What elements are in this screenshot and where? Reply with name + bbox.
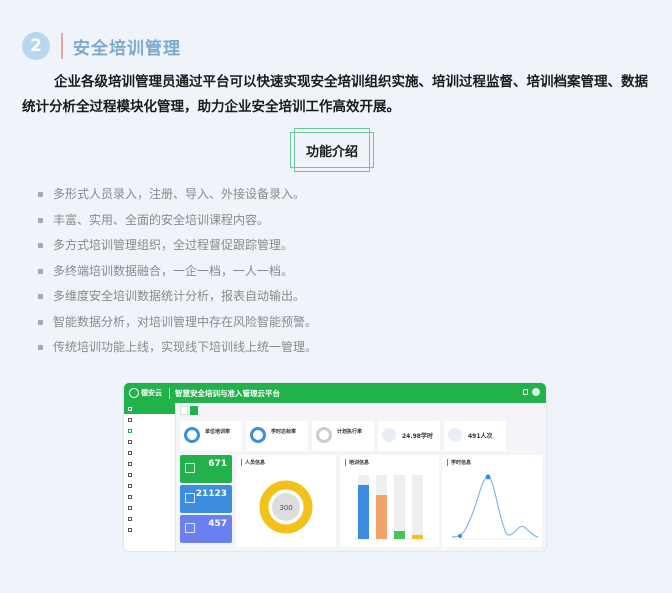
platform-screenshot: 德安云 智慧安全培训与准入管理云平台 单位培训率 学时达标率 计划执行率 24.…: [124, 383, 546, 551]
ring-icon: [184, 427, 200, 443]
sidebar-item: [124, 425, 175, 436]
sidebar-item: [124, 524, 175, 535]
menu-icon: [128, 439, 132, 444]
sidebar-item: [124, 436, 175, 447]
bar-bg: [412, 475, 423, 539]
sidebar-item: [124, 502, 175, 513]
stat-card: 491人次: [444, 421, 506, 451]
tab-active: [190, 406, 198, 415]
sidebar-item: [124, 447, 175, 458]
stat-card: 单位培训率: [180, 421, 242, 451]
bar-chart: [354, 475, 432, 540]
app-topbar: 德安云 智慧安全培训与准入管理云平台: [124, 383, 546, 403]
hours-panel: 学时信息: [442, 455, 542, 547]
section-header: 2 安全培训管理: [22, 32, 181, 60]
tab: [180, 406, 188, 415]
line-point: [485, 474, 491, 480]
section-title: 安全培训管理: [73, 38, 181, 59]
menu-icon: [128, 417, 132, 422]
ring-icon: [316, 427, 332, 443]
feature-item: 智能数据分析，对培训管理中存在风险智能预警。: [38, 310, 317, 336]
bar-bg: [394, 475, 405, 539]
feature-item: 多形式人员录入，注册、导入、外接设备录入。: [38, 182, 317, 208]
sidebar-item: [124, 458, 175, 469]
donut-chart: 300: [259, 480, 313, 534]
logo-icon: [129, 388, 139, 398]
menu-icon: [128, 450, 132, 455]
topbar-actions: [523, 388, 540, 396]
stat-row: 单位培训率 学时达标率 计划执行率 24.98学时 491人次: [180, 421, 506, 451]
ring-icon: [250, 427, 266, 443]
donut-value: 300: [279, 504, 292, 512]
menu-icon: [128, 428, 132, 433]
bar: [358, 485, 369, 539]
menu-icon: [128, 505, 132, 510]
sidebar-item: [124, 469, 175, 480]
bar: [376, 495, 387, 539]
summary-card: 457: [180, 515, 232, 543]
stat-card: 24.98学时: [378, 421, 440, 451]
bullet-square-icon: [38, 243, 43, 248]
section-number-badge: 2: [22, 32, 50, 60]
bar: [412, 535, 423, 539]
app-tabs: [180, 406, 198, 415]
app-sidebar: [124, 403, 176, 551]
app-main: 单位培训率 学时达标率 计划执行率 24.98学时 491人次 671 2112…: [176, 403, 546, 551]
menu-icon: [128, 472, 132, 477]
menu-icon: [128, 516, 132, 521]
sidebar-item: [124, 491, 175, 502]
clock-icon: [382, 428, 396, 442]
layers-icon: [185, 523, 195, 533]
menu-icon: [128, 494, 132, 499]
menu-icon: [128, 527, 132, 532]
header-divider: [61, 33, 63, 59]
people-panel: 人员信息 300: [236, 455, 336, 547]
bullet-square-icon: [38, 217, 43, 223]
app-title: 智慧安全培训与准入管理云平台: [169, 387, 280, 399]
line-chart: [450, 474, 539, 540]
bar: [394, 531, 405, 539]
feature-item: 多方式培训管理组织，全过程督促跟踪管理。: [38, 233, 317, 259]
section-intro: 企业各级培训管理员通过平台可以快速实现安全培训组织实施、培训过程监督、培训档案管…: [22, 74, 648, 115]
home-icon: [128, 406, 132, 411]
avatar: [532, 388, 540, 396]
line-series: [451, 476, 539, 538]
bullet-square-icon: [38, 192, 43, 197]
sidebar-item-home: [124, 403, 175, 414]
menu-icon: [128, 483, 132, 488]
grid-icon: [185, 493, 195, 503]
line-point: [458, 534, 462, 538]
stat-card: 计划执行率: [312, 421, 374, 451]
feature-item: 传统培训功能上线，实现线下培训线上统一管理。: [38, 335, 317, 361]
summary-cards: 671 21123 457: [180, 455, 232, 545]
sidebar-item: [124, 414, 175, 425]
bullet-square-icon: [38, 294, 43, 299]
sidebar-item: [124, 480, 175, 491]
feature-item: 丰富、实用、全面的安全培训课程内容。: [38, 208, 317, 234]
summary-card: 671: [180, 455, 232, 483]
sidebar-item: [124, 513, 175, 524]
app-logo: 德安云: [129, 388, 162, 398]
summary-card: 21123: [180, 485, 232, 513]
bullet-square-icon: [38, 319, 43, 325]
feature-list: 多形式人员录入，注册、导入、外接设备录入。 丰富、实用、全面的安全培训课程内容。…: [38, 182, 317, 361]
feature-item: 多维度安全培训数据统计分析，报表自动输出。: [38, 284, 317, 310]
training-panel: 培训信息: [340, 455, 439, 547]
feature-label-box: 功能介绍: [290, 128, 374, 172]
stat-card: 学时达标率: [246, 421, 308, 451]
feature-item: 多终端培训数据融合，一企一档，一人一档。: [38, 259, 317, 285]
person-icon: [448, 428, 462, 442]
menu-icon: [128, 461, 132, 466]
bullet-square-icon: [38, 345, 43, 350]
grid-icon: [185, 463, 195, 473]
feature-label: 功能介绍: [305, 145, 358, 160]
bell-icon: [523, 389, 528, 395]
bullet-square-icon: [38, 268, 43, 274]
